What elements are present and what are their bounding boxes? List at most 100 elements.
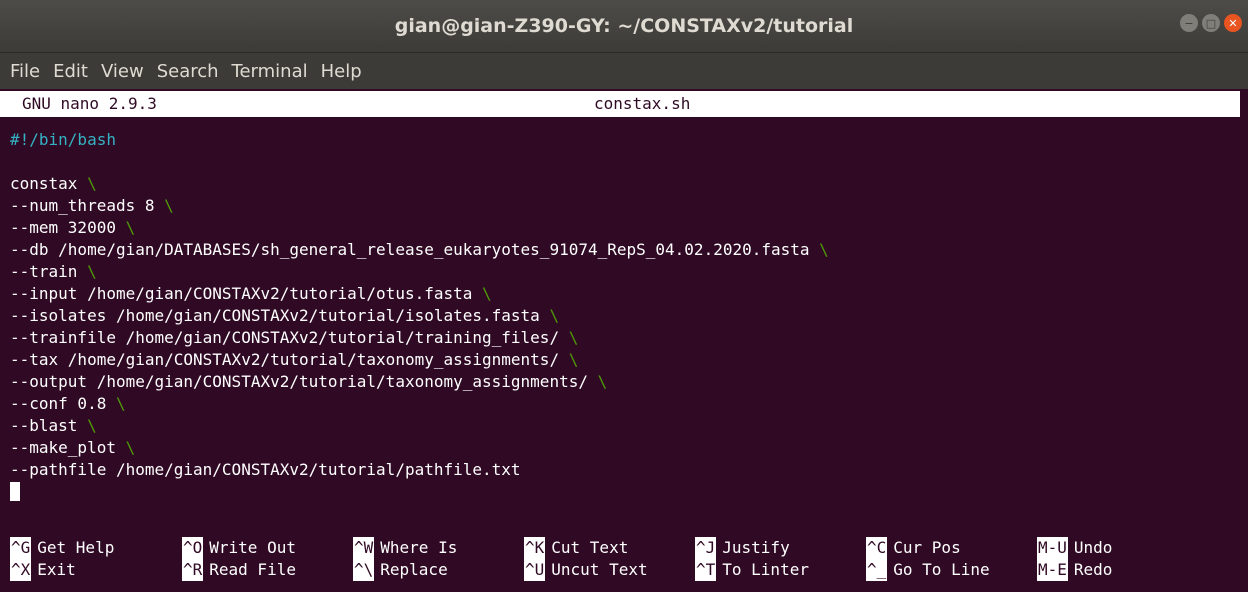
code-text: --tax /home/gian/CONSTAXv2/tutorial/taxo… — [10, 350, 569, 369]
shortcut-label: Get Help — [37, 538, 115, 557]
line-continuation: \ — [568, 350, 579, 369]
shortcut-label: Cut Text — [551, 538, 629, 557]
line-continuation: \ — [125, 218, 136, 237]
code-text: --pathfile /home/gian/CONSTAXv2/tutorial… — [10, 460, 521, 479]
code-text: constax — [10, 174, 88, 193]
code-text: --trainfile /home/gian/CONSTAXv2/tutoria… — [10, 328, 569, 347]
shortcut-key: ^R — [182, 559, 204, 581]
code-text: --train — [10, 262, 88, 281]
code-line[interactable] — [10, 151, 829, 173]
shortcut-key: ^U — [524, 559, 546, 581]
text-cursor — [10, 482, 20, 501]
code-line[interactable]: --input /home/gian/CONSTAXv2/tutorial/ot… — [10, 283, 829, 305]
menu-help[interactable]: Help — [321, 61, 362, 82]
code-line[interactable]: --pathfile /home/gian/CONSTAXv2/tutorial… — [10, 459, 829, 481]
cursor-line[interactable] — [10, 481, 829, 503]
nano-header-bar: GNU nano 2.9.3 constax.sh — [0, 91, 1240, 117]
code-line[interactable]: --isolates /home/gian/CONSTAXv2/tutorial… — [10, 305, 829, 327]
shortcut-item[interactable]: M-U Undo — [1037, 537, 1112, 559]
window-controls: − □ ✕ — [1180, 14, 1242, 32]
shortcut-row: ^X Exit ^R Read File ^\ Replace ^U Uncut Text ^T… — [0, 559, 1248, 581]
menu-bar: File Edit View Search Terminal Help — [0, 53, 1248, 89]
shortcut-item[interactable]: ^C Cur Pos — [866, 537, 961, 559]
line-continuation: \ — [87, 262, 97, 281]
shortcut-item[interactable]: ^X Exit — [10, 559, 76, 581]
code-line[interactable]: --num_threads 8 \ — [10, 195, 829, 217]
code-line[interactable]: constax \ — [10, 173, 829, 195]
menu-terminal[interactable]: Terminal — [232, 61, 308, 82]
code-line[interactable]: --output /home/gian/CONSTAXv2/tutorial/t… — [10, 371, 829, 393]
shortcut-label: Justify — [722, 538, 790, 557]
code-text: --conf 0.8 — [10, 394, 116, 413]
line-continuation: \ — [87, 416, 97, 435]
shortcut-key: M-U — [1037, 537, 1068, 559]
code-line[interactable]: --tax /home/gian/CONSTAXv2/tutorial/taxo… — [10, 349, 829, 371]
shortcut-label: Undo — [1073, 538, 1113, 557]
shortcut-item[interactable]: M-E Redo — [1037, 559, 1112, 581]
shortcut-key: ^J — [695, 537, 717, 559]
shortcut-row: ^G Get Help ^O Write Out ^W Where Is ^K Cut Tex… — [0, 537, 1248, 559]
shortcut-label: To Linter — [722, 560, 809, 579]
maximize-button[interactable]: □ — [1202, 14, 1220, 32]
shortcut-item[interactable]: ^\ Replace — [353, 559, 448, 581]
shortcut-key: ^C — [866, 537, 888, 559]
code-text: --blast — [10, 416, 88, 435]
nano-filename: constax.sh — [594, 94, 691, 113]
title-bar[interactable]: gian@gian-Z390-GY: ~/CONSTAXv2/tutorial … — [0, 0, 1248, 53]
shortcut-key: ^_ — [866, 559, 888, 581]
shortcut-label: Go To Line — [893, 560, 990, 579]
line-continuation: \ — [819, 240, 829, 259]
code-line[interactable]: --blast \ — [10, 415, 829, 437]
code-text: --output /home/gian/CONSTAXv2/tutorial/t… — [10, 372, 598, 391]
shortcut-item[interactable]: ^R Read File — [182, 559, 296, 581]
code-line[interactable]: --trainfile /home/gian/CONSTAXv2/tutoria… — [10, 327, 829, 349]
line-continuation: \ — [125, 438, 136, 457]
shortcut-item[interactable]: ^G Get Help — [10, 537, 114, 559]
code-text: --db /home/gian/DATABASES/sh_general_rel… — [10, 240, 820, 259]
menu-view[interactable]: View — [101, 61, 144, 82]
code-line[interactable]: #!/bin/bash — [10, 129, 829, 151]
code-line[interactable]: --train \ — [10, 261, 829, 283]
terminal-area[interactable]: GNU nano 2.9.3 constax.sh #!/bin/bash con… — [0, 89, 1248, 592]
shortcut-item[interactable]: ^U Uncut Text — [524, 559, 648, 581]
line-continuation: \ — [115, 394, 126, 413]
code-text: #!/bin/bash — [10, 130, 116, 149]
shortcut-label: Where Is — [380, 538, 458, 557]
editor-content[interactable]: #!/bin/bash constax \ --num_threads 8 \ --m… — [10, 129, 829, 503]
shortcut-key: ^W — [353, 537, 375, 559]
code-line[interactable]: --db /home/gian/DATABASES/sh_general_rel… — [10, 239, 829, 261]
shortcut-item[interactable]: ^_ Go To Line — [866, 559, 990, 581]
shortcut-key: ^T — [695, 559, 717, 581]
shortcut-key: ^\ — [353, 559, 375, 581]
code-line[interactable]: --conf 0.8 \ — [10, 393, 829, 415]
close-button[interactable]: ✕ — [1224, 14, 1242, 32]
shortcut-item[interactable]: ^T To Linter — [695, 559, 809, 581]
code-text: --isolates /home/gian/CONSTAXv2/tutorial… — [10, 306, 550, 325]
terminal-window: gian@gian-Z390-GY: ~/CONSTAXv2/tutorial … — [0, 0, 1248, 592]
minimize-button[interactable]: − — [1180, 14, 1198, 32]
code-line[interactable]: --make_plot \ — [10, 437, 829, 459]
code-line[interactable]: --mem 32000 \ — [10, 217, 829, 239]
code-text: --mem 32000 — [10, 218, 126, 237]
shortcut-label: Read File — [209, 560, 296, 579]
shortcut-bar: ^G Get Help ^O Write Out ^W Where Is ^K Cut Tex… — [0, 537, 1248, 581]
nano-version: GNU nano 2.9.3 — [22, 94, 157, 113]
shortcut-item[interactable]: ^W Where Is — [353, 537, 457, 559]
shortcut-key: ^O — [182, 537, 204, 559]
shortcut-key: ^X — [10, 559, 32, 581]
shortcut-item[interactable]: ^J Justify — [695, 537, 790, 559]
shortcut-item[interactable]: ^O Write Out — [182, 537, 296, 559]
menu-file[interactable]: File — [10, 61, 40, 82]
code-text: --input /home/gian/CONSTAXv2/tutorial/ot… — [10, 284, 483, 303]
code-text: --make_plot — [10, 438, 126, 457]
shortcut-label: Uncut Text — [551, 560, 648, 579]
line-continuation: \ — [164, 196, 174, 215]
shortcut-item[interactable]: ^K Cut Text — [524, 537, 628, 559]
code-text: --num_threads 8 — [10, 196, 165, 215]
line-continuation: \ — [482, 284, 492, 303]
menu-edit[interactable]: Edit — [53, 61, 88, 82]
line-continuation: \ — [597, 372, 608, 391]
shortcut-key: M-E — [1037, 559, 1068, 581]
shortcut-label: Redo — [1073, 560, 1113, 579]
menu-search[interactable]: Search — [157, 61, 219, 82]
